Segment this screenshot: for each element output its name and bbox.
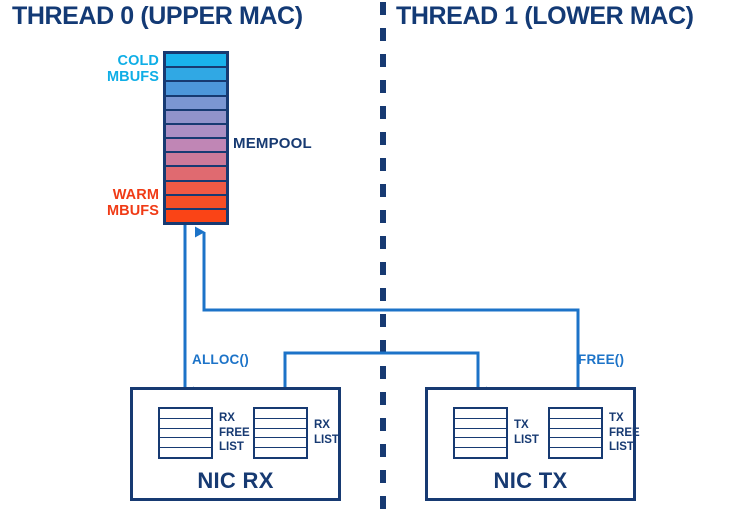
mbuf-flow-diagram: THREAD 0 (UPPER MAC) THREAD 1 (LOWER MAC… bbox=[0, 0, 750, 517]
list-row bbox=[455, 419, 506, 429]
list-row bbox=[160, 438, 211, 449]
alloc-label: ALLOC() bbox=[192, 352, 249, 367]
list-row bbox=[550, 419, 601, 429]
mbuf-cell bbox=[166, 167, 226, 180]
list-row bbox=[550, 438, 601, 449]
connector-free bbox=[195, 226, 580, 392]
mbuf-cell bbox=[166, 124, 226, 138]
list-row bbox=[455, 429, 506, 439]
nic-tx-title: NIC TX bbox=[493, 468, 568, 493]
list-row bbox=[255, 438, 306, 449]
list-row bbox=[160, 448, 211, 457]
list-row bbox=[160, 409, 211, 419]
mbuf-cell bbox=[166, 54, 226, 67]
cold-mbufs-label: COLD MBUFS bbox=[106, 53, 159, 85]
mbuf-cell bbox=[166, 68, 226, 81]
mempool-stack bbox=[163, 51, 229, 225]
list-row bbox=[550, 448, 601, 457]
list-row bbox=[255, 409, 306, 419]
mbuf-cell bbox=[166, 209, 226, 223]
list-row bbox=[255, 448, 306, 457]
rx-free-list-caption: RX FREE LIST bbox=[219, 412, 250, 454]
thread1-title: THREAD 1 (LOWER MAC) bbox=[396, 2, 694, 30]
list-row bbox=[255, 429, 306, 439]
list-row bbox=[455, 438, 506, 449]
tx-free-list-stack bbox=[548, 407, 603, 459]
rx-free-list-stack bbox=[158, 407, 213, 459]
list-row bbox=[550, 409, 601, 419]
mbuf-cell bbox=[166, 96, 226, 109]
list-row bbox=[455, 448, 506, 457]
list-row bbox=[160, 429, 211, 439]
free-label: FREE() bbox=[578, 352, 625, 367]
rx-list-stack bbox=[253, 407, 308, 459]
list-row bbox=[550, 429, 601, 439]
rx-list-caption: RX LIST bbox=[314, 419, 339, 446]
mbuf-cell bbox=[166, 139, 226, 152]
list-row bbox=[255, 419, 306, 429]
mbuf-cell bbox=[166, 181, 226, 194]
mbuf-cell bbox=[166, 82, 226, 95]
mbuf-cell bbox=[166, 153, 226, 166]
warm-mbufs-label: WARM MBUFS bbox=[106, 187, 159, 219]
mempool-label: MEMPOOL bbox=[233, 135, 312, 152]
tx-free-list-caption: TX FREE LIST bbox=[609, 412, 640, 454]
nic-rx-box: RX FREE LIST RX LIST NIC RX bbox=[130, 387, 341, 501]
list-row bbox=[160, 419, 211, 429]
list-row bbox=[455, 409, 506, 419]
tx-list-caption: TX LIST bbox=[514, 419, 539, 446]
mbuf-cell bbox=[166, 195, 226, 208]
mbuf-cell bbox=[166, 110, 226, 123]
nic-tx-box: TX LIST TX FREE LIST NIC TX bbox=[425, 387, 640, 501]
thread0-title: THREAD 0 (UPPER MAC) bbox=[12, 2, 303, 30]
nic-rx-title: NIC RX bbox=[197, 468, 274, 493]
tx-list-stack bbox=[453, 407, 508, 459]
